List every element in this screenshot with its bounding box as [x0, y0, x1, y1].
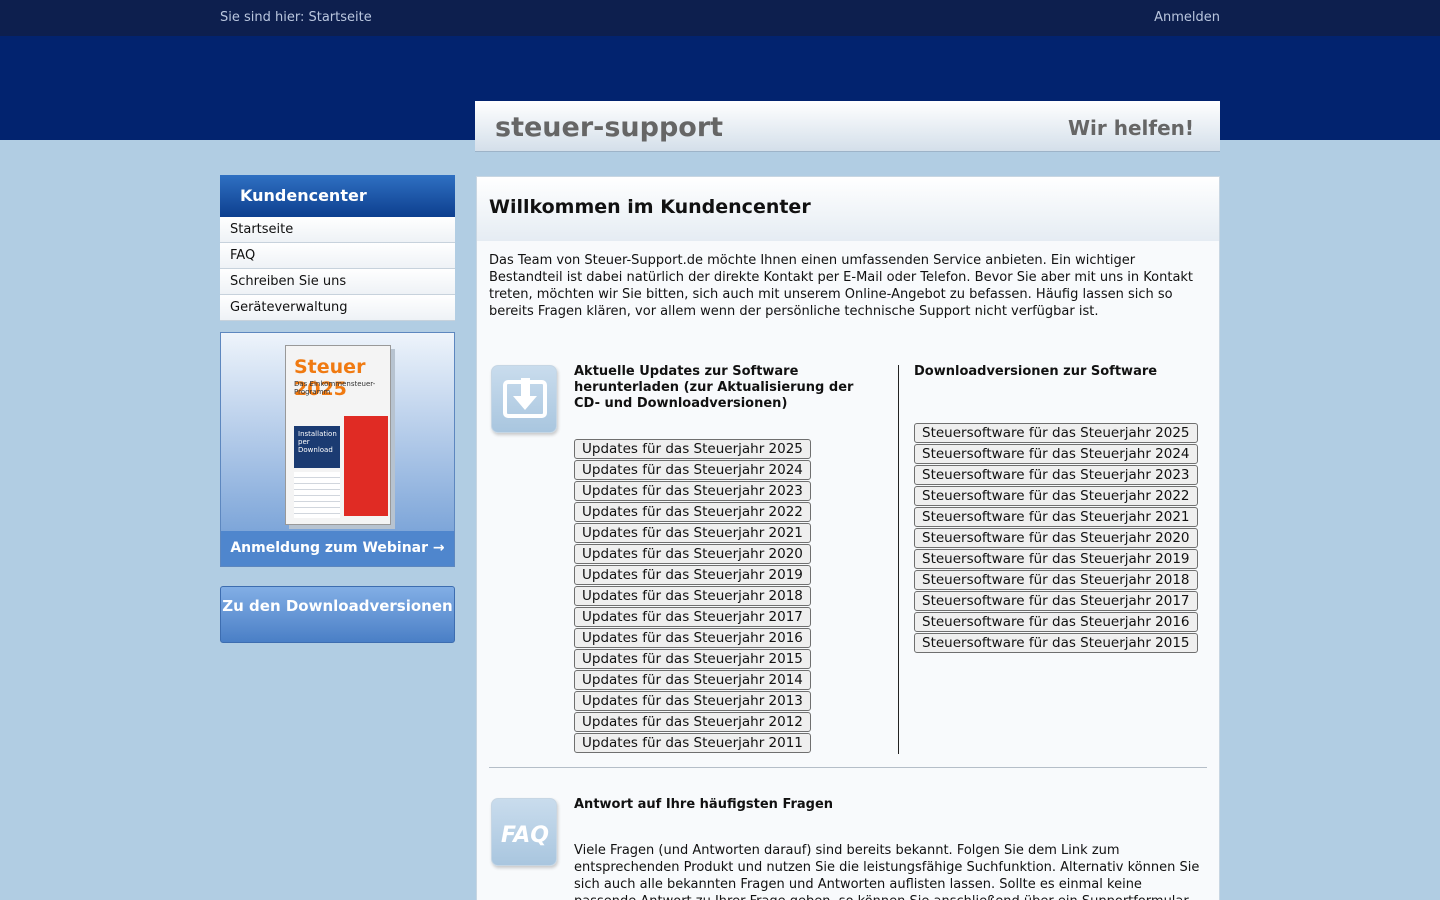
download-year-button[interactable]: Steuersoftware für das Steuerjahr 2019	[914, 549, 1198, 569]
page-title: Willkommen im Kundencenter	[489, 196, 811, 218]
download-icon	[491, 365, 557, 433]
sidebar-menu: Startseite FAQ Schreiben Sie uns Gerätev…	[220, 217, 455, 321]
download-year-button[interactable]: Steuersoftware für das Steuerjahr 2015	[914, 633, 1198, 653]
intro-text: Das Team von Steuer-Support.de möchte Ih…	[489, 253, 1194, 319]
download-year-button[interactable]: Steuersoftware für das Steuerjahr 2017	[914, 591, 1198, 611]
update-year-button[interactable]: Updates für das Steuerjahr 2015	[574, 649, 811, 669]
site-slogan: Wir helfen!	[1067, 116, 1194, 140]
brand-bar: steuer-support Wir helfen!	[475, 101, 1220, 152]
site-logo-text[interactable]: steuer-support	[495, 112, 723, 143]
faq-heading: Antwort auf Ihre häufigsten Fragen	[574, 797, 834, 812]
faq-icon-label: FAQ	[501, 823, 549, 848]
breadcrumb: Sie sind hier: Startseite	[220, 10, 372, 25]
sidebar-item-geraeteverwaltung[interactable]: Geräteverwaltung	[220, 295, 455, 321]
update-year-button[interactable]: Updates für das Steuerjahr 2022	[574, 502, 811, 522]
top-bar: Sie sind hier: Startseite Anmelden	[0, 0, 1440, 36]
download-year-button[interactable]: Steuersoftware für das Steuerjahr 2022	[914, 486, 1198, 506]
download-versions-button[interactable]: Zu den Downloadversionen	[220, 586, 455, 643]
main-content: Willkommen im Kundencenter Das Team von …	[476, 176, 1220, 900]
faq-icon-graphic: FAQ	[501, 823, 549, 848]
product-box-badge: Installation per Download	[294, 426, 340, 468]
sidebar: Kundencenter Startseite FAQ Schreiben Si…	[220, 175, 455, 321]
download-year-button[interactable]: Steuersoftware für das Steuerjahr 2020	[914, 528, 1198, 548]
updates-heading: Aktuelle Updates zur Software herunterla…	[574, 364, 854, 411]
download-year-button[interactable]: Steuersoftware für das Steuerjahr 2021	[914, 507, 1198, 527]
update-year-button[interactable]: Updates für das Steuerjahr 2021	[574, 523, 811, 543]
downloads-button-list: Steuersoftware für das Steuerjahr 2025 St…	[914, 423, 1198, 654]
sidebar-title: Kundencenter	[220, 175, 455, 217]
update-year-button[interactable]: Updates für das Steuerjahr 2017	[574, 607, 811, 627]
webinar-banner[interactable]: Steuer 2025 Das Einkommensteuer-Programm…	[220, 332, 455, 567]
sidebar-item-startseite[interactable]: Startseite	[220, 217, 455, 243]
updates-button-list: Updates für das Steuerjahr 2025 Updates f…	[574, 439, 811, 754]
update-year-button[interactable]: Updates für das Steuerjahr 2018	[574, 586, 811, 606]
update-year-button[interactable]: Updates für das Steuerjahr 2012	[574, 712, 811, 732]
update-year-button[interactable]: Updates für das Steuerjahr 2013	[574, 691, 811, 711]
update-year-button[interactable]: Updates für das Steuerjahr 2020	[574, 544, 811, 564]
login-link[interactable]: Anmelden	[1154, 10, 1220, 25]
download-arrow-icon	[503, 378, 547, 418]
update-year-button[interactable]: Updates für das Steuerjahr 2014	[574, 670, 811, 690]
sidebar-item-schreiben-sie-uns[interactable]: Schreiben Sie uns	[220, 269, 455, 295]
download-year-button[interactable]: Steuersoftware für das Steuerjahr 2023	[914, 465, 1198, 485]
downloads-heading: Downloadversionen zur Software	[914, 364, 1158, 379]
product-box-red-panel	[344, 416, 388, 516]
main-header: Willkommen im Kundencenter	[477, 177, 1219, 241]
column-divider	[898, 365, 899, 754]
update-year-button[interactable]: Updates für das Steuerjahr 2025	[574, 439, 811, 459]
update-year-button[interactable]: Updates für das Steuerjahr 2024	[574, 460, 811, 480]
download-year-button[interactable]: Steuersoftware für das Steuerjahr 2018	[914, 570, 1198, 590]
update-year-button[interactable]: Updates für das Steuerjahr 2016	[574, 628, 811, 648]
product-box-form-image	[294, 472, 340, 518]
sidebar-item-faq[interactable]: FAQ	[220, 243, 455, 269]
product-box-subtitle: Das Einkommensteuer-Programm	[294, 380, 376, 396]
update-year-button[interactable]: Updates für das Steuerjahr 2011	[574, 733, 811, 753]
download-year-button[interactable]: Steuersoftware für das Steuerjahr 2024	[914, 444, 1198, 464]
section-divider	[489, 767, 1207, 768]
faq-text: Viele Fragen (und Antworten darauf) sind…	[574, 843, 1200, 900]
faq-icon: FAQ	[491, 798, 557, 866]
webinar-signup-label: Anmeldung zum Webinar →	[221, 531, 454, 566]
download-year-button[interactable]: Steuersoftware für das Steuerjahr 2025	[914, 423, 1198, 443]
download-year-button[interactable]: Steuersoftware für das Steuerjahr 2016	[914, 612, 1198, 632]
product-box-image: Steuer 2025 Das Einkommensteuer-Programm…	[285, 345, 391, 525]
update-year-button[interactable]: Updates für das Steuerjahr 2019	[574, 565, 811, 585]
update-year-button[interactable]: Updates für das Steuerjahr 2023	[574, 481, 811, 501]
